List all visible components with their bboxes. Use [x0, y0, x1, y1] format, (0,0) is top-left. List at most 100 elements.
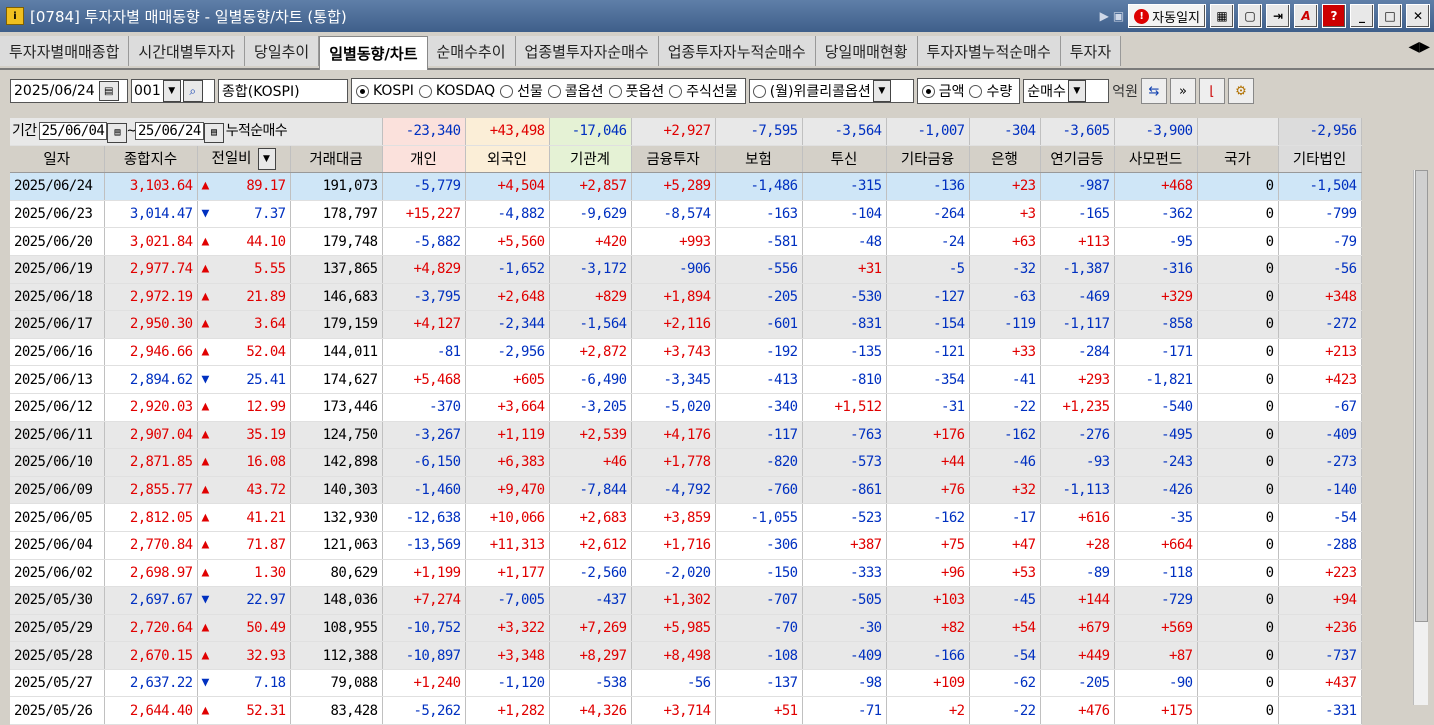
- font-icon[interactable]: A: [1294, 4, 1318, 28]
- code-field[interactable]: 001 ▼ ⌕: [131, 79, 215, 103]
- table-row[interactable]: 2025/06/16 2,946.66 ▲ 52.04 144,011 -81 -2,956…: [10, 338, 1362, 367]
- chevron-down-icon[interactable]: ▼: [872, 80, 891, 102]
- tab-9[interactable]: 투자자: [1060, 36, 1122, 66]
- layout-icon[interactable]: ▦: [1210, 4, 1234, 28]
- table-row[interactable]: 2025/05/30 2,697.67 ▼ 22.97 148,036 +7,274 -7,…: [10, 586, 1362, 615]
- chevron-down-icon[interactable]: ▼: [257, 148, 276, 171]
- scroll-thumb[interactable]: [1415, 170, 1428, 622]
- tab-4[interactable]: 순매수추이: [427, 36, 516, 66]
- column-header[interactable]: 개인: [382, 145, 466, 174]
- change-value: 50.49: [246, 619, 286, 636]
- chevron-down-icon[interactable]: ▼: [162, 80, 181, 102]
- table-row[interactable]: 2025/06/12 2,920.03 ▲ 12.99 173,446 -370 +3,66…: [10, 393, 1362, 422]
- pin-icon[interactable]: ⇥: [1266, 4, 1290, 28]
- date-field[interactable]: 2025/06/24 ▤: [10, 79, 128, 103]
- maximize-icon[interactable]: □: [1378, 4, 1402, 28]
- net-buy-cell: -1,486: [715, 172, 803, 201]
- column-header[interactable]: 거래대금: [290, 145, 383, 174]
- table-row[interactable]: 2025/06/09 2,855.77 ▲ 43.72 140,303 -1,460 +9,…: [10, 476, 1362, 505]
- column-header[interactable]: 보험: [715, 145, 803, 174]
- up-arrow-icon: ▲: [201, 537, 210, 553]
- net-buy-cell: 0: [1197, 255, 1279, 284]
- market-radio-3[interactable]: [547, 84, 561, 98]
- autolog-button[interactable]: ! 자동일지: [1128, 4, 1206, 28]
- memo-icon[interactable]: ▣: [1113, 9, 1124, 23]
- column-header[interactable]: 국가: [1197, 145, 1279, 174]
- calendar-icon[interactable]: ▤: [107, 122, 128, 143]
- column-header[interactable]: 전일비 ▼: [197, 145, 291, 174]
- market-radio-0[interactable]: [356, 84, 369, 98]
- table-row[interactable]: 2025/06/23 3,014.47 ▼ 7.37 178,797 +15,227 -4,…: [10, 200, 1362, 229]
- help-icon[interactable]: ?: [1322, 4, 1346, 28]
- chevron-down-icon[interactable]: ▼: [1067, 80, 1086, 102]
- net-buy-cell: 0: [1197, 283, 1279, 312]
- column-header[interactable]: 기관계: [549, 145, 632, 174]
- column-header[interactable]: 외국인: [465, 145, 550, 174]
- table-row[interactable]: 2025/05/27 2,637.22 ▼ 7.18 79,088 +1,240 -1,12…: [10, 669, 1362, 698]
- unit-radio-0[interactable]: [921, 84, 935, 98]
- net-buy-cell: -763: [802, 421, 887, 450]
- market-radio-5[interactable]: [669, 84, 683, 98]
- swap-icon[interactable]: ⇆: [1141, 78, 1167, 104]
- tab-3[interactable]: 일별동향/차트: [319, 36, 428, 70]
- tab-8[interactable]: 투자자별누적순매수: [917, 36, 1061, 66]
- play-icon[interactable]: ▶: [1100, 9, 1109, 23]
- vertical-scrollbar[interactable]: [1413, 170, 1428, 705]
- tab-6[interactable]: 업종투자자누적순매수: [658, 36, 816, 66]
- unit-radio-1[interactable]: [969, 84, 983, 98]
- turnover-cell: 144,011: [290, 338, 383, 367]
- column-header[interactable]: 사모펀드: [1114, 145, 1198, 174]
- table-row[interactable]: 2025/06/24 3,103.64 ▲ 89.17 191,073 -5,779 +4,…: [10, 172, 1362, 201]
- table-row[interactable]: 2025/05/28 2,670.15 ▲ 32.93 112,388 -10,897 +3…: [10, 641, 1362, 670]
- tab-2[interactable]: 당일추이: [245, 36, 320, 66]
- settings-icon[interactable]: ⚙: [1228, 78, 1254, 104]
- table-row[interactable]: 2025/06/10 2,871.85 ▲ 16.08 142,898 -6,150 +6,…: [10, 448, 1362, 477]
- market-radio-1[interactable]: [418, 84, 432, 98]
- period-to[interactable]: 25/06/24: [135, 122, 204, 141]
- type-select[interactable]: 순매수 ▼: [1023, 79, 1110, 103]
- change-value: 16.08: [246, 454, 286, 471]
- column-header[interactable]: 금융투자: [631, 145, 716, 174]
- tab-5[interactable]: 업종별투자자순매수: [515, 36, 659, 66]
- column-header[interactable]: 은행: [969, 145, 1041, 174]
- minimize-icon[interactable]: _: [1350, 4, 1374, 28]
- market-radio-4[interactable]: [608, 84, 622, 98]
- calendar-icon[interactable]: ▤: [203, 122, 224, 143]
- tab-1[interactable]: 시간대별투자자: [129, 36, 246, 66]
- window-icon[interactable]: ▢: [1238, 4, 1262, 28]
- tab-7[interactable]: 당일매매현황: [815, 36, 918, 66]
- table-row[interactable]: 2025/06/18 2,972.19 ▲ 21.89 146,683 -3,795 +2,…: [10, 283, 1362, 312]
- column-header[interactable]: 일자: [10, 145, 105, 174]
- search-icon[interactable]: ⌕: [182, 80, 203, 102]
- table-row[interactable]: 2025/06/04 2,770.84 ▲ 71.87 121,063 -13,569 +1…: [10, 531, 1362, 560]
- net-buy-cell: -6,150: [382, 448, 466, 477]
- weekly-option-radio[interactable]: [752, 84, 766, 98]
- next-icon[interactable]: »: [1170, 78, 1196, 104]
- close-icon[interactable]: ✕: [1406, 4, 1430, 28]
- table-row[interactable]: 2025/05/29 2,720.64 ▲ 50.49 108,955 -10,752 +3…: [10, 614, 1362, 643]
- column-header[interactable]: 종합지수: [104, 145, 198, 174]
- table-row[interactable]: 2025/06/20 3,021.84 ▲ 44.10 179,748 -5,882 +5,…: [10, 227, 1362, 256]
- table-row[interactable]: 2025/06/11 2,907.04 ▲ 35.19 124,750 -3,267 +1,…: [10, 421, 1362, 450]
- tab-0[interactable]: 투자자별매매종합: [0, 36, 130, 66]
- column-header[interactable]: 투신: [802, 145, 887, 174]
- table-row[interactable]: 2025/06/02 2,698.97 ▲ 1.30 80,629 +1,199 +1,17…: [10, 559, 1362, 588]
- net-buy-cell: 0: [1197, 641, 1279, 670]
- period-from[interactable]: 25/06/04: [38, 122, 108, 141]
- column-header[interactable]: 기타금융: [886, 145, 970, 174]
- tab-scroll-arrows[interactable]: ◀▶: [1408, 39, 1430, 55]
- table-row[interactable]: 2025/06/05 2,812.05 ▲ 41.21 132,930 -12,638 +1…: [10, 503, 1362, 532]
- table-row[interactable]: 2025/06/19 2,977.74 ▲ 5.55 137,865 +4,829 -1,6…: [10, 255, 1362, 284]
- table-row[interactable]: 2025/06/17 2,950.30 ▲ 3.64 179,159 +4,127 -2,3…: [10, 310, 1362, 339]
- calendar-icon[interactable]: ▤: [98, 81, 119, 101]
- weekly-option-select[interactable]: (월)위클리콜옵션 ▼: [748, 79, 914, 103]
- chart-icon[interactable]: ⌊: [1199, 78, 1225, 104]
- table-row[interactable]: 2025/05/26 2,644.40 ▲ 52.31 83,428 -5,262 +1,2…: [10, 696, 1362, 725]
- table-row[interactable]: 2025/06/13 2,894.62 ▼ 25.41 174,627 +5,468 +60…: [10, 365, 1362, 394]
- column-header[interactable]: 기타법인: [1278, 145, 1362, 174]
- up-arrow-icon: ▲: [201, 454, 210, 470]
- net-buy-cell: +46: [549, 448, 632, 477]
- net-buy-cell: -127: [886, 283, 970, 312]
- column-header[interactable]: 연기금등: [1040, 145, 1115, 174]
- market-radio-2[interactable]: [500, 84, 514, 98]
